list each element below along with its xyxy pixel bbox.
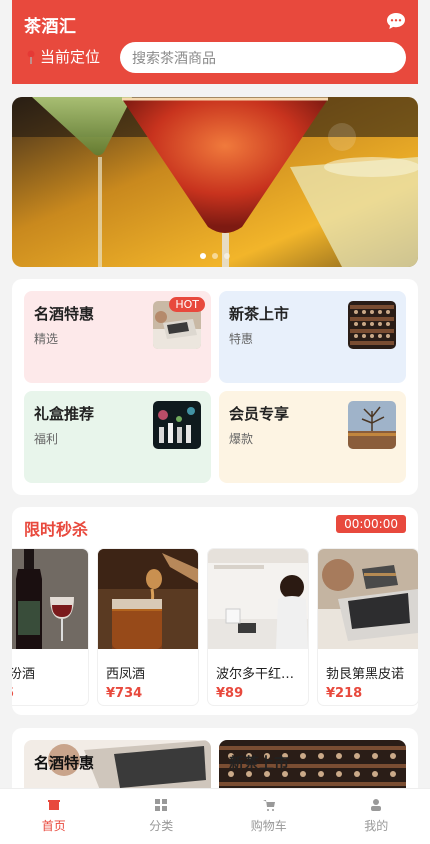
nav-item-cart[interactable]: 购物车 xyxy=(215,789,323,844)
banner-dot[interactable] xyxy=(200,253,206,259)
category-card-new-tea[interactable]: 新茶上市 特惠 xyxy=(219,291,406,383)
search-placeholder: 搜索茶酒商品 xyxy=(132,50,216,67)
product-card[interactable]: 波尔多干红… ¥89 xyxy=(208,549,308,705)
location-label: 当前定位 xyxy=(40,48,101,66)
cart-icon xyxy=(262,800,275,811)
app-header: 茶酒汇 当前定位 搜索茶酒商品 xyxy=(12,0,418,84)
product-card[interactable]: 西凤酒 ¥734 xyxy=(98,549,198,705)
category-card-gift-box[interactable]: 礼盒推荐 福利 xyxy=(24,391,211,483)
nav-item-category[interactable]: 分类 xyxy=(108,789,216,844)
nav-item-home[interactable]: 首页 xyxy=(0,789,108,844)
nav-label: 我的 xyxy=(364,819,389,833)
product-price: ¥218 xyxy=(326,686,363,701)
product-image xyxy=(98,549,198,649)
category-card-premium-liquor[interactable]: 名酒特惠 精选 HOT xyxy=(24,291,211,383)
nav-item-profile[interactable]: 我的 xyxy=(323,789,430,844)
product-name: 花汾酒 xyxy=(12,667,36,682)
flash-sale-title: 限时秒杀 xyxy=(24,520,89,539)
message-icon[interactable] xyxy=(386,12,406,30)
app-title: 茶酒汇 xyxy=(24,17,77,37)
category-thumbnail xyxy=(348,301,396,349)
featured-title: 新茶上市 xyxy=(229,754,290,772)
featured-card-new-tea[interactable]: 新茶上市 xyxy=(219,740,406,788)
bottom-navigation: 首页 分类 购物车 我的 xyxy=(0,788,430,844)
nav-label: 首页 xyxy=(41,819,66,833)
product-name: 波尔多干红… xyxy=(216,667,295,682)
nav-label: 分类 xyxy=(149,819,174,833)
category-thumbnail xyxy=(153,401,201,449)
category-thumbnail xyxy=(348,401,396,449)
category-card-member[interactable]: 会员专享 爆款 xyxy=(219,391,406,483)
promo-banner[interactable] xyxy=(12,97,418,267)
product-card[interactable]: 勃艮第黑皮诺 ¥218 xyxy=(318,549,418,705)
countdown-timer: 00:00:00 xyxy=(336,515,406,533)
flash-sale-section: 限时秒杀 00:00:00 花汾酒 05 xyxy=(12,507,418,715)
banner-pagination xyxy=(200,253,230,259)
flash-sale-product-list: 花汾酒 05 西凤酒 ¥734 xyxy=(12,549,418,705)
product-card[interactable]: 花汾酒 05 xyxy=(12,549,88,705)
product-name: 西凤酒 xyxy=(106,667,146,682)
user-icon xyxy=(371,799,382,811)
product-name: 勃艮第黑皮诺 xyxy=(326,667,405,682)
product-price: 05 xyxy=(12,686,80,701)
banner-dot[interactable] xyxy=(224,253,230,259)
location-pin-icon xyxy=(27,50,35,64)
product-image xyxy=(12,549,88,649)
product-price: ¥734 xyxy=(106,686,143,701)
banner-cocktail-image xyxy=(12,97,418,267)
featured-section: 名酒特惠 新茶上市 xyxy=(12,728,418,788)
featured-card-premium-liquor[interactable]: 名酒特惠 xyxy=(24,740,211,788)
category-icon xyxy=(155,799,168,811)
product-image xyxy=(208,549,308,649)
hot-badge: HOT xyxy=(169,297,205,312)
category-panel: 名酒特惠 精选 HOT 新茶上市 特惠 礼盒推荐 福利 会员专享 爆款 xyxy=(12,279,418,495)
location-selector[interactable]: 当前定位 xyxy=(26,46,100,67)
product-price: ¥89 xyxy=(216,686,244,701)
product-image xyxy=(318,549,418,649)
search-input[interactable]: 搜索茶酒商品 xyxy=(120,42,406,73)
home-icon xyxy=(47,800,60,810)
nav-label: 购物车 xyxy=(250,819,287,833)
banner-dot[interactable] xyxy=(212,253,218,259)
featured-title: 名酒特惠 xyxy=(34,754,95,772)
